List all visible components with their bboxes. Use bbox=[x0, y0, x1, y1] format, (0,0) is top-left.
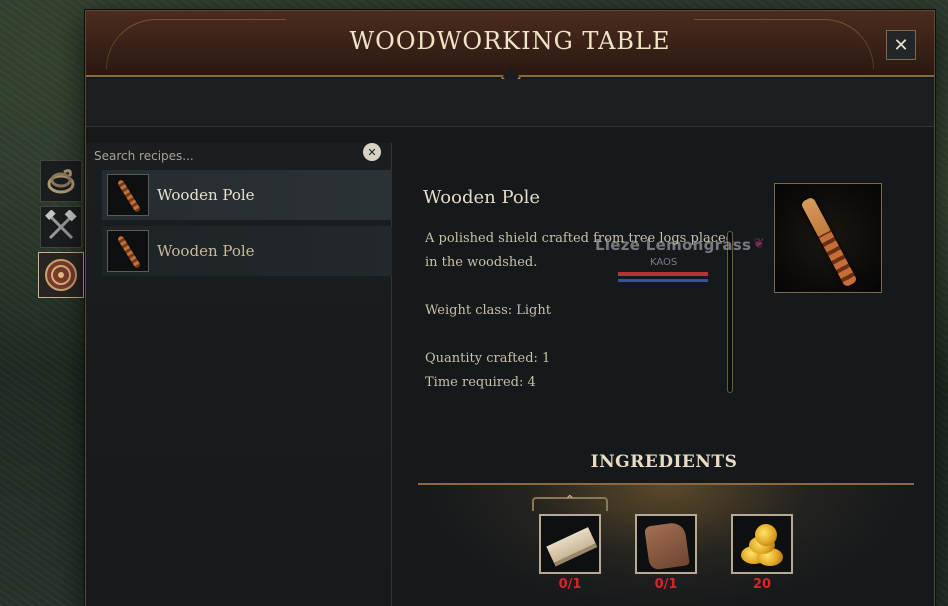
ingredients-header: INGREDIENTS bbox=[590, 452, 738, 472]
player-name: Lieze Lemongrass bbox=[595, 236, 752, 254]
search-row: ✕ bbox=[86, 143, 392, 173]
recipe-panel: ✕ Wooden Pole Wooden Pole bbox=[86, 143, 392, 606]
recipe-item[interactable]: Wooden Pole bbox=[102, 170, 392, 220]
ingredient-count: 20 bbox=[752, 577, 772, 592]
player-nameplate: Lieze Lemongrass ❦ KAOS bbox=[595, 236, 775, 282]
weight-class: Weight class: Light bbox=[425, 303, 551, 318]
window-title: WOODWORKING TABLE bbox=[349, 27, 671, 55]
time-required: Time required: 4 bbox=[425, 375, 536, 390]
category-tab-tools[interactable] bbox=[40, 206, 82, 248]
recipe-list: Wooden Pole Wooden Pole bbox=[102, 170, 392, 282]
ingredient-slot-plank[interactable] bbox=[539, 514, 601, 574]
ingredient-count: 0/1 bbox=[654, 577, 678, 592]
description-scrollbar[interactable] bbox=[727, 231, 733, 393]
ingredient-slot-leather[interactable] bbox=[635, 514, 697, 574]
heart-icon: ❦ bbox=[753, 236, 765, 252]
close-button[interactable]: ✕ bbox=[886, 30, 916, 60]
ingredient-slot-gold[interactable] bbox=[731, 514, 793, 574]
recipe-item-label: Wooden Pole bbox=[157, 186, 255, 204]
item-description-line2: in the woodshed. bbox=[425, 255, 538, 270]
search-clear-button[interactable]: ✕ bbox=[363, 143, 381, 161]
player-health-bar bbox=[618, 272, 708, 276]
ingredient-selector-notch bbox=[532, 493, 608, 511]
title-bar: WOODWORKING TABLE ✕ bbox=[86, 11, 934, 77]
wooden-pole-icon bbox=[800, 196, 858, 288]
sub-header-bar bbox=[86, 79, 934, 127]
category-tab-shields[interactable] bbox=[38, 252, 84, 298]
search-input[interactable] bbox=[94, 145, 354, 167]
wood-plank-icon bbox=[546, 527, 596, 563]
wooden-pole-icon bbox=[107, 174, 149, 216]
category-tab-rope[interactable] bbox=[40, 160, 82, 202]
round-shield-icon bbox=[45, 259, 77, 291]
item-title: Wooden Pole bbox=[423, 187, 541, 208]
crossed-tools-icon bbox=[45, 210, 77, 240]
player-guild: KAOS bbox=[650, 257, 678, 268]
ingredient-count: 0/1 bbox=[558, 577, 582, 592]
player-mana-bar bbox=[618, 279, 708, 282]
recipe-item[interactable]: Wooden Pole bbox=[102, 226, 392, 276]
wooden-pole-icon bbox=[107, 230, 149, 272]
recipe-item-label: Wooden Pole bbox=[157, 242, 255, 260]
leather-hide-icon bbox=[644, 521, 690, 571]
recipe-detail-panel: Wooden Pole A polished shield crafted fr… bbox=[392, 143, 936, 606]
rope-coil-icon bbox=[47, 169, 75, 194]
crafting-window: WOODWORKING TABLE ✕ ✕ Wooden Pole Wooden… bbox=[85, 10, 935, 606]
quantity-crafted: Quantity crafted: 1 bbox=[425, 351, 551, 366]
item-preview-image bbox=[774, 183, 882, 293]
ingredients-divider bbox=[418, 483, 914, 485]
category-tabs bbox=[38, 160, 84, 302]
